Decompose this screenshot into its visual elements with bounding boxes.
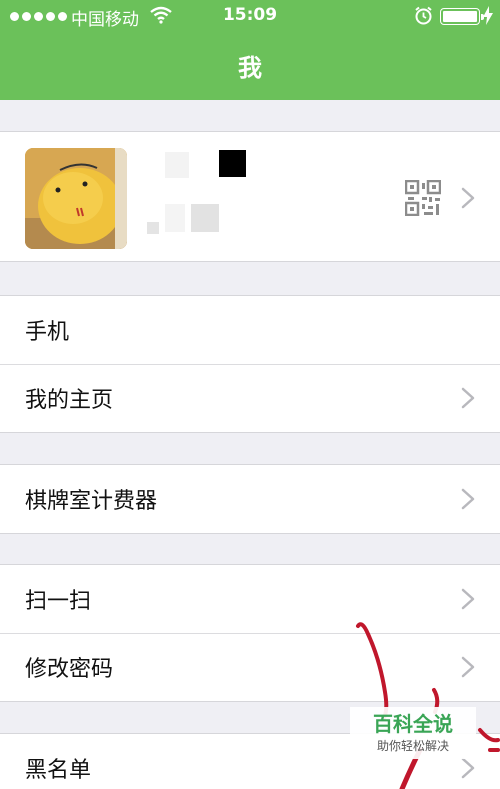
menu-item-scan[interactable]: 扫一扫 (0, 565, 500, 633)
menu-item-label: 我的主页 (25, 388, 114, 413)
chevron-right-icon (461, 488, 475, 510)
menu-item-homepage[interactable]: 我的主页 (0, 364, 500, 432)
menu-item-label: 黑名单 (25, 758, 92, 783)
avatar-image (25, 148, 127, 249)
nav-bar: 中国移动 15:09 我 (0, 0, 500, 100)
chevron-right-icon (461, 187, 475, 209)
menu-item-label: 扫一扫 (25, 589, 92, 614)
menu-item-label: 手机 (25, 320, 70, 345)
battery-icon (440, 8, 484, 25)
blurred-id-block (165, 204, 185, 232)
menu-group-account: 手机 我的主页 (0, 295, 500, 433)
menu-item-phone[interactable]: 手机 (0, 296, 500, 364)
menu-item-label: 棋牌室计费器 (25, 489, 158, 514)
watermark-logo: 百科全说 助你轻松解决 (350, 707, 476, 759)
chevron-right-icon (461, 656, 475, 678)
qr-code-icon[interactable] (405, 180, 441, 216)
blurred-id-block (147, 222, 159, 234)
avatar[interactable] (25, 148, 127, 249)
blurred-id-block (191, 204, 219, 232)
menu-item-chess-room-timer[interactable]: 棋牌室计费器 (0, 465, 500, 533)
chevron-right-icon (461, 757, 475, 779)
blurred-name-block (219, 150, 246, 177)
watermark-title: 百科全说 (373, 712, 453, 736)
charging-icon (483, 6, 493, 25)
menu-item-label: 修改密码 (25, 657, 114, 682)
page-title: 我 (238, 54, 262, 82)
blurred-name-block (165, 152, 189, 178)
menu-item-change-password[interactable]: 修改密码 (0, 633, 500, 701)
status-bar: 中国移动 15:09 (0, 0, 500, 33)
menu-group-security: 扫一扫 修改密码 (0, 564, 500, 702)
chevron-right-icon (461, 588, 475, 610)
menu-group-tools: 棋牌室计费器 (0, 464, 500, 534)
alarm-icon (415, 6, 432, 25)
chevron-right-icon (461, 387, 475, 409)
watermark-subtitle: 助你轻松解决 (376, 739, 449, 753)
